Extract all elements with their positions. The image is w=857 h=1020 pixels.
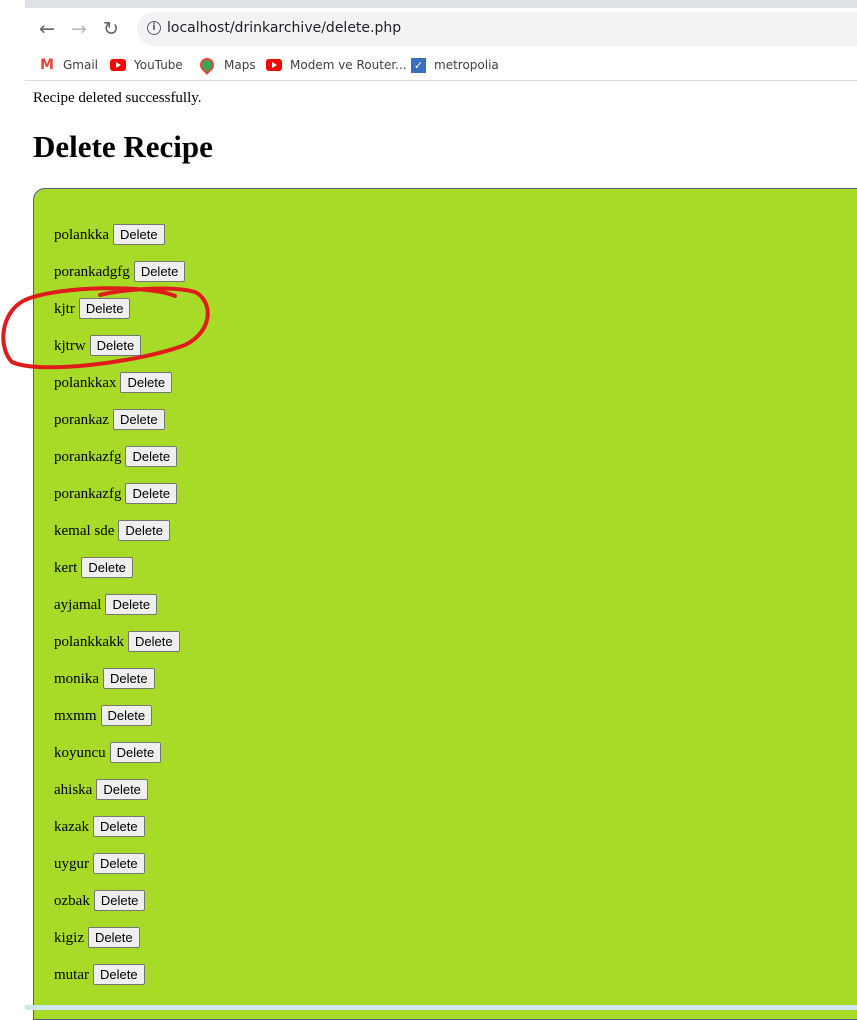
recipe-row: ahiska Delete — [54, 779, 185, 816]
recipe-row: kigiz Delete — [54, 927, 185, 964]
maps-icon — [197, 55, 217, 75]
info-icon[interactable]: i — [147, 21, 161, 35]
recipe-name: porankazfg — [54, 449, 122, 465]
recipe-name: kjtr — [54, 301, 75, 317]
delete-button[interactable]: Delete — [88, 927, 140, 948]
delete-button[interactable]: Delete — [100, 705, 153, 726]
tab-strip — [25, 0, 857, 8]
bookmark-label: Gmail — [63, 58, 99, 72]
youtube-icon — [266, 59, 282, 71]
recipe-name: uygur — [54, 856, 89, 872]
recipe-name: polankkax — [54, 375, 117, 391]
delete-button[interactable]: Delete — [92, 816, 145, 837]
recipe-row: polankkax Delete — [54, 372, 185, 409]
recipe-row: uygur Delete — [54, 853, 185, 890]
delete-button[interactable]: Delete — [81, 557, 133, 578]
delete-button[interactable]: Delete — [78, 298, 131, 319]
url-text[interactable]: localhost/drinkarchive/delete.php — [167, 20, 401, 36]
bookmark-metropolia[interactable]: ✓ metropolia — [411, 55, 499, 75]
recipe-row: monika Delete — [54, 668, 185, 705]
delete-button[interactable]: Delete — [120, 372, 173, 393]
recipe-row: kjtrw Delete — [54, 335, 185, 372]
delete-button[interactable]: Delete — [127, 631, 180, 652]
recipe-name: kjtrw — [54, 338, 86, 354]
delete-button[interactable]: Delete — [93, 890, 146, 911]
forward-arrow-icon[interactable]: → — [68, 18, 90, 40]
recipe-name: mxmm — [54, 708, 97, 724]
bookmark-maps[interactable]: Maps — [197, 55, 256, 75]
recipe-name: monika — [54, 671, 99, 687]
recipe-row: porankazfg Delete — [54, 483, 185, 520]
recipe-name: porankaz — [54, 412, 109, 428]
recipe-row: porankaz Delete — [54, 409, 185, 446]
recipe-row: koyuncu Delete — [54, 742, 185, 779]
recipe-row: polankkakk Delete — [54, 631, 185, 668]
bookmark-label: YouTube — [134, 58, 183, 72]
recipe-name: kemal sde — [54, 523, 115, 539]
recipe-list: polankka Delete porankadgfg Delete kjtr Delet… — [54, 224, 186, 1001]
page-title: Delete Recipe — [33, 129, 213, 164]
recipe-row: porankadgfg Delete — [54, 261, 186, 298]
recipe-row: polankka Delete — [54, 224, 185, 261]
browser-toolbar: ← → ↻ i localhost/drinkarchive/delete.ph… — [25, 8, 857, 50]
recipe-name: porankazfg — [54, 486, 122, 502]
address-bar[interactable]: i localhost/drinkarchive/delete.php — [137, 12, 857, 46]
recipe-name: kert — [54, 560, 78, 576]
bookmark-modem[interactable]: Modem ve Router... — [266, 55, 407, 75]
recipe-name: ayjamal — [54, 597, 102, 613]
bookmarks-bar: M Gmail YouTube Maps Modem ve Router... … — [25, 50, 857, 81]
bookmark-label: metropolia — [434, 58, 499, 72]
delete-button[interactable]: Delete — [96, 779, 148, 800]
delete-button[interactable]: Delete — [133, 261, 186, 282]
gmail-icon: M — [40, 57, 54, 73]
delete-button[interactable]: Delete — [93, 853, 145, 874]
bookmark-label: Modem ve Router... — [290, 58, 407, 72]
page-content: Recipe deleted successfully. Delete Reci… — [25, 81, 857, 1020]
recipe-row: kemal sde Delete — [54, 520, 185, 557]
metropolia-icon: ✓ — [411, 57, 426, 73]
recipe-name: ahiska — [54, 782, 93, 798]
recipe-row: ozbak Delete — [54, 890, 185, 927]
recipe-name: koyuncu — [54, 745, 106, 761]
delete-button[interactable]: Delete — [93, 964, 145, 985]
recipe-row: kert Delete — [54, 557, 185, 594]
recipe-name: polankkakk — [54, 634, 124, 650]
recipe-row: kazak Delete — [54, 816, 185, 853]
delete-button[interactable]: Delete — [105, 594, 158, 615]
recipe-name: kazak — [54, 819, 89, 835]
recipe-row: kjtr Delete — [54, 298, 185, 335]
recipe-name: kigiz — [54, 930, 84, 946]
recipe-row: mxmm Delete — [54, 705, 185, 742]
bookmark-gmail[interactable]: M Gmail — [39, 55, 98, 75]
bottom-bar — [25, 1005, 857, 1010]
delete-button[interactable]: Delete — [118, 520, 170, 541]
delete-button[interactable]: Delete — [89, 335, 142, 356]
recipe-panel: polankka Delete porankadgfg Delete kjtr Delet… — [33, 188, 857, 1020]
delete-button[interactable]: Delete — [125, 483, 178, 504]
recipe-row: mutar Delete — [54, 964, 185, 1001]
recipe-row: porankazfg Delete — [54, 446, 185, 483]
reload-icon[interactable]: ↻ — [100, 18, 122, 40]
recipe-name: ozbak — [54, 893, 90, 909]
recipe-name: mutar — [54, 967, 89, 983]
back-arrow-icon[interactable]: ← — [36, 18, 58, 40]
delete-button[interactable]: Delete — [112, 409, 165, 430]
delete-button[interactable]: Delete — [109, 742, 162, 763]
delete-button[interactable]: Delete — [112, 224, 165, 245]
youtube-icon — [110, 59, 126, 71]
recipe-name: polankka — [54, 227, 109, 243]
bookmark-label: Maps — [224, 58, 256, 72]
delete-button[interactable]: Delete — [125, 446, 178, 467]
recipe-name: porankadgfg — [54, 264, 130, 280]
recipe-row: ayjamal Delete — [54, 594, 185, 631]
delete-button[interactable]: Delete — [103, 668, 155, 689]
bookmark-youtube[interactable]: YouTube — [110, 55, 183, 75]
status-message: Recipe deleted successfully. — [33, 90, 202, 106]
